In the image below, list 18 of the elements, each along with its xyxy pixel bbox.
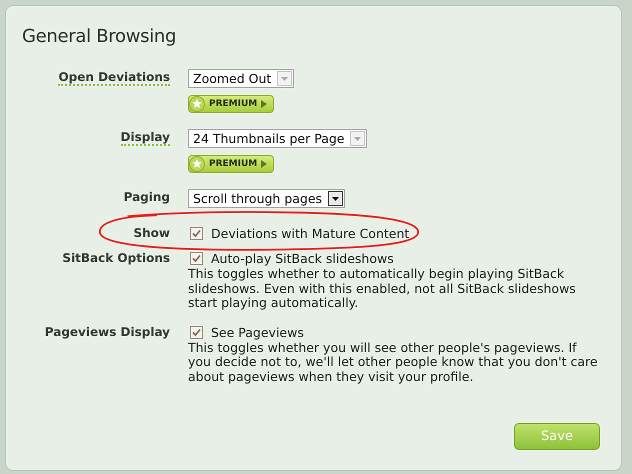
help-text: This toggles whether to automatically begin playing SitBack slideshows. Even with this enabled, not all SitBack slideshows start playing automatically. [188, 267, 577, 310]
checkbox[interactable] [190, 326, 203, 338]
checkbox[interactable] [190, 252, 203, 265]
checkbox-label: Auto-play SitBack slideshows [211, 251, 394, 266]
setting-label: SitBack Options [62, 251, 170, 265]
arrow-icon [261, 160, 268, 168]
setting-label: Display [120, 129, 170, 146]
panel-title: General Browsing [22, 26, 178, 47]
setting-label: Show [133, 226, 170, 240]
setting-label: Pageviews Display [44, 324, 170, 338]
setting-label: Paging [124, 189, 170, 204]
arrow-icon [261, 100, 268, 108]
dropdown-select[interactable]: Scroll through pages [188, 189, 346, 208]
help-text: This toggles whether you will see other people's pageviews. If you decide not to, we'll let other people know that you don't care about pageviews when they visit your profile. [188, 340, 598, 384]
checkbox-label: Deviations with Mature Content [211, 226, 410, 241]
checkbox-label: See Pageviews [211, 324, 304, 340]
setting-label: Open Deviations [58, 69, 170, 86]
checkbox[interactable] [190, 227, 203, 240]
